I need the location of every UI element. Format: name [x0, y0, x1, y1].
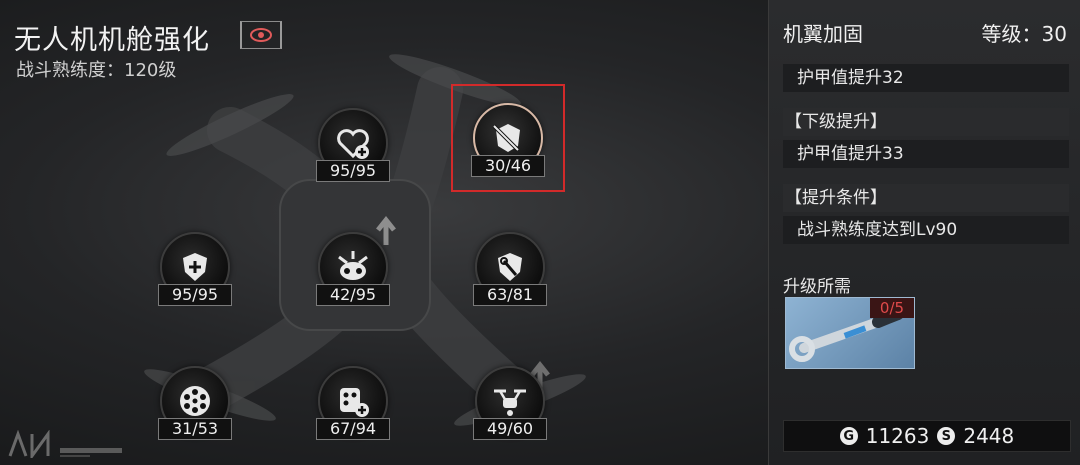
shield-wrench-icon	[498, 253, 522, 281]
node-count: 95/95	[316, 160, 390, 182]
upgrade-node-drone[interactable]: 49/60	[473, 366, 547, 440]
selection-highlight	[451, 84, 565, 192]
condition-text-value: 战斗熟练度达到Lv90	[797, 220, 958, 240]
node-count: 49/60	[473, 418, 547, 440]
upgrade-level: 等级：30	[981, 22, 1067, 46]
studio-watermark	[8, 430, 122, 458]
logo-icon	[8, 430, 50, 458]
next-level-effect: 护甲值提升33	[783, 140, 1069, 168]
magazine-plus-icon	[340, 388, 369, 417]
shield-plus-icon	[183, 253, 207, 281]
currency-a-amount: 11263	[865, 424, 930, 448]
node-count: 95/95	[158, 284, 232, 306]
node-count: 42/95	[316, 284, 390, 306]
condition-header-text: 【提升条件】	[785, 188, 887, 208]
drone-core-icon	[338, 251, 368, 280]
next-level-header-text: 【下级提升】	[785, 112, 887, 132]
eye-icon	[250, 28, 272, 42]
heart-plus-icon	[337, 129, 369, 159]
signal-bar	[60, 448, 122, 457]
requirement-label: 升级所需	[783, 277, 851, 297]
combat-proficiency: 战斗熟练度：120级	[16, 60, 177, 81]
condition-text: 战斗熟练度达到Lv90	[783, 216, 1069, 244]
currency-bar: G 11263 S 2448	[783, 420, 1071, 452]
node-count: 31/53	[158, 418, 232, 440]
current-effect-text: 护甲值提升32	[797, 68, 904, 88]
required-item-wrench[interactable]: 0/5	[785, 297, 915, 369]
upgrade-node-magazine[interactable]: 67/94	[316, 366, 390, 440]
gold-coin-icon: G	[839, 427, 858, 445]
mini-drone-icon	[494, 389, 526, 416]
upgrade-node-shield[interactable]: 95/95	[158, 232, 232, 306]
upgrade-node-heart[interactable]: 95/95	[316, 108, 390, 182]
current-effect: 护甲值提升32	[783, 64, 1069, 92]
upgrade-node-repair[interactable]: 63/81	[473, 232, 547, 306]
condition-header: 【提升条件】	[783, 184, 1069, 212]
next-level-header: 【下级提升】	[783, 108, 1069, 136]
node-count: 67/94	[316, 418, 390, 440]
upgrade-node-core[interactable]: 42/95	[316, 232, 390, 306]
currency-b-amount: 2448	[963, 424, 1015, 448]
upgrade-name: 机翼加固	[783, 22, 863, 46]
page-title: 无人机机舱强化	[14, 25, 210, 56]
next-level-effect-text: 护甲值提升33	[797, 144, 904, 164]
upgrade-node-ammo[interactable]: 31/53	[158, 366, 232, 440]
ammo-drum-icon	[180, 386, 210, 416]
node-count: 63/81	[473, 284, 547, 306]
item-quantity: 0/5	[870, 298, 914, 318]
silver-coin-icon: S	[937, 427, 956, 445]
view-toggle-button[interactable]	[240, 21, 282, 49]
detail-panel: 机翼加固 等级：30 护甲值提升32 【下级提升】 护甲值提升33 【提升条件】…	[768, 0, 1080, 465]
